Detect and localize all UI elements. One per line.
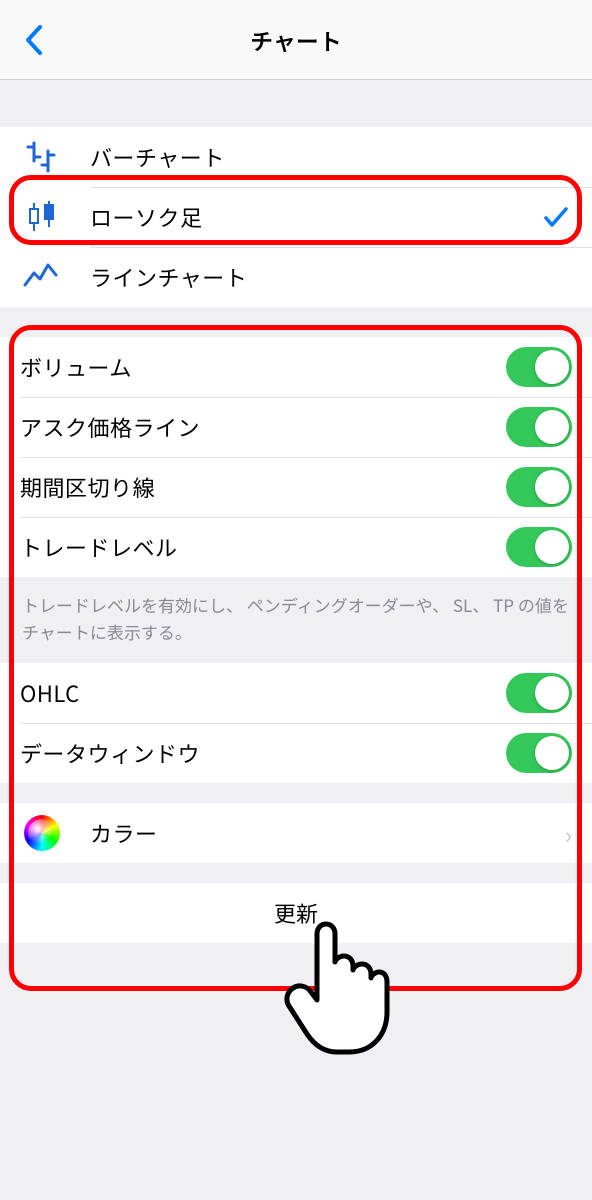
toggles-section-1: ボリューム アスク価格ライン 期間区切り線 トレードレベル xyxy=(0,337,592,577)
toggle-data-window: データウィンドウ xyxy=(0,723,592,783)
chevron-right-icon: › xyxy=(565,816,572,851)
toggle-label: データウィンドウ xyxy=(20,737,506,769)
page-title: チャート xyxy=(0,23,592,57)
toggle-label: 期間区切り線 xyxy=(20,471,506,503)
switch-ask-line[interactable] xyxy=(506,407,572,447)
toggle-label: ボリューム xyxy=(20,351,506,383)
chart-type-bar[interactable]: バーチャート xyxy=(0,127,592,187)
bar-chart-icon xyxy=(20,135,64,179)
switch-ohlc[interactable] xyxy=(506,673,572,713)
switch-volume[interactable] xyxy=(506,347,572,387)
color-label: カラー xyxy=(90,817,565,849)
color-section: カラー › xyxy=(0,803,592,863)
chart-type-label: ローソク足 xyxy=(90,201,540,233)
toggle-ohlc: OHLC xyxy=(0,663,592,723)
color-wheel-icon xyxy=(20,811,64,855)
chart-type-label: ラインチャート xyxy=(90,261,572,293)
update-section: 更新 xyxy=(0,883,592,943)
chart-type-section: バーチャート ローソク足 ラインチャート xyxy=(0,127,592,307)
color-row[interactable]: カラー › xyxy=(0,803,592,863)
toggle-label: トレードレベル xyxy=(20,531,506,563)
switch-period-separator[interactable] xyxy=(506,467,572,507)
navbar: チャート xyxy=(0,0,592,80)
switch-data-window[interactable] xyxy=(506,733,572,773)
toggle-period-separator: 期間区切り線 xyxy=(0,457,592,517)
update-button[interactable]: 更新 xyxy=(0,883,592,943)
toggle-ask-line: アスク価格ライン xyxy=(0,397,592,457)
chart-type-label: バーチャート xyxy=(90,141,572,173)
update-label: 更新 xyxy=(274,897,318,929)
checkmark-icon xyxy=(540,201,572,233)
back-button[interactable] xyxy=(14,20,54,60)
line-chart-icon xyxy=(20,255,64,299)
candlestick-icon xyxy=(20,195,64,239)
switch-trade-level[interactable] xyxy=(506,527,572,567)
chevron-left-icon xyxy=(24,24,44,56)
chart-type-candle[interactable]: ローソク足 xyxy=(0,187,592,247)
toggles-section-2: OHLC データウィンドウ xyxy=(0,663,592,783)
trade-level-footer: トレードレベルを有効にし、 ペンディングオーダーや、 SL、 TP の値をチャー… xyxy=(0,577,592,663)
toggle-volume: ボリューム xyxy=(0,337,592,397)
chart-type-line[interactable]: ラインチャート xyxy=(0,247,592,307)
toggle-trade-level: トレードレベル xyxy=(0,517,592,577)
toggle-label: アスク価格ライン xyxy=(20,411,506,443)
toggle-label: OHLC xyxy=(20,677,506,709)
